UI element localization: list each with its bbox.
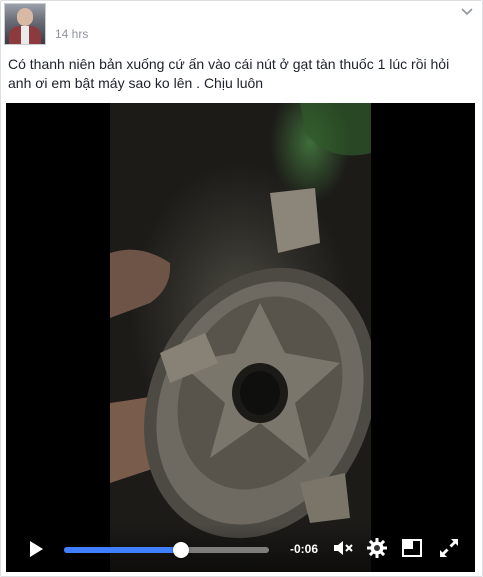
post-timestamp[interactable]: 14 hrs — [55, 27, 88, 41]
video-frame — [110, 103, 371, 572]
chevron-down-icon[interactable] — [460, 5, 474, 19]
avatar[interactable] — [4, 3, 46, 45]
video-controls: -0:06 — [6, 524, 475, 572]
post-text-line: anh ơi em bật máy sao ko lên . Chịu luôn — [8, 75, 264, 91]
gear-icon[interactable] — [366, 537, 388, 559]
post-text-line: Có thanh niên bản xuống cứ ấn vào cái nú… — [8, 56, 450, 72]
picture-in-picture-icon[interactable] — [401, 537, 423, 559]
time-remaining: -0:06 — [290, 542, 319, 556]
play-icon[interactable] — [26, 539, 46, 559]
progress-fill — [64, 547, 181, 553]
video-player[interactable]: -0:06 — [6, 103, 475, 572]
progress-bar[interactable] — [64, 542, 269, 558]
volume-muted-icon[interactable] — [332, 537, 354, 559]
fullscreen-icon[interactable] — [438, 537, 460, 559]
progress-handle[interactable] — [172, 542, 189, 558]
post-card: 14 hrs Có thanh niên bản xuống cứ ấn vào… — [0, 0, 483, 577]
post-text: Có thanh niên bản xuống cứ ấn vào cái nú… — [8, 55, 476, 93]
